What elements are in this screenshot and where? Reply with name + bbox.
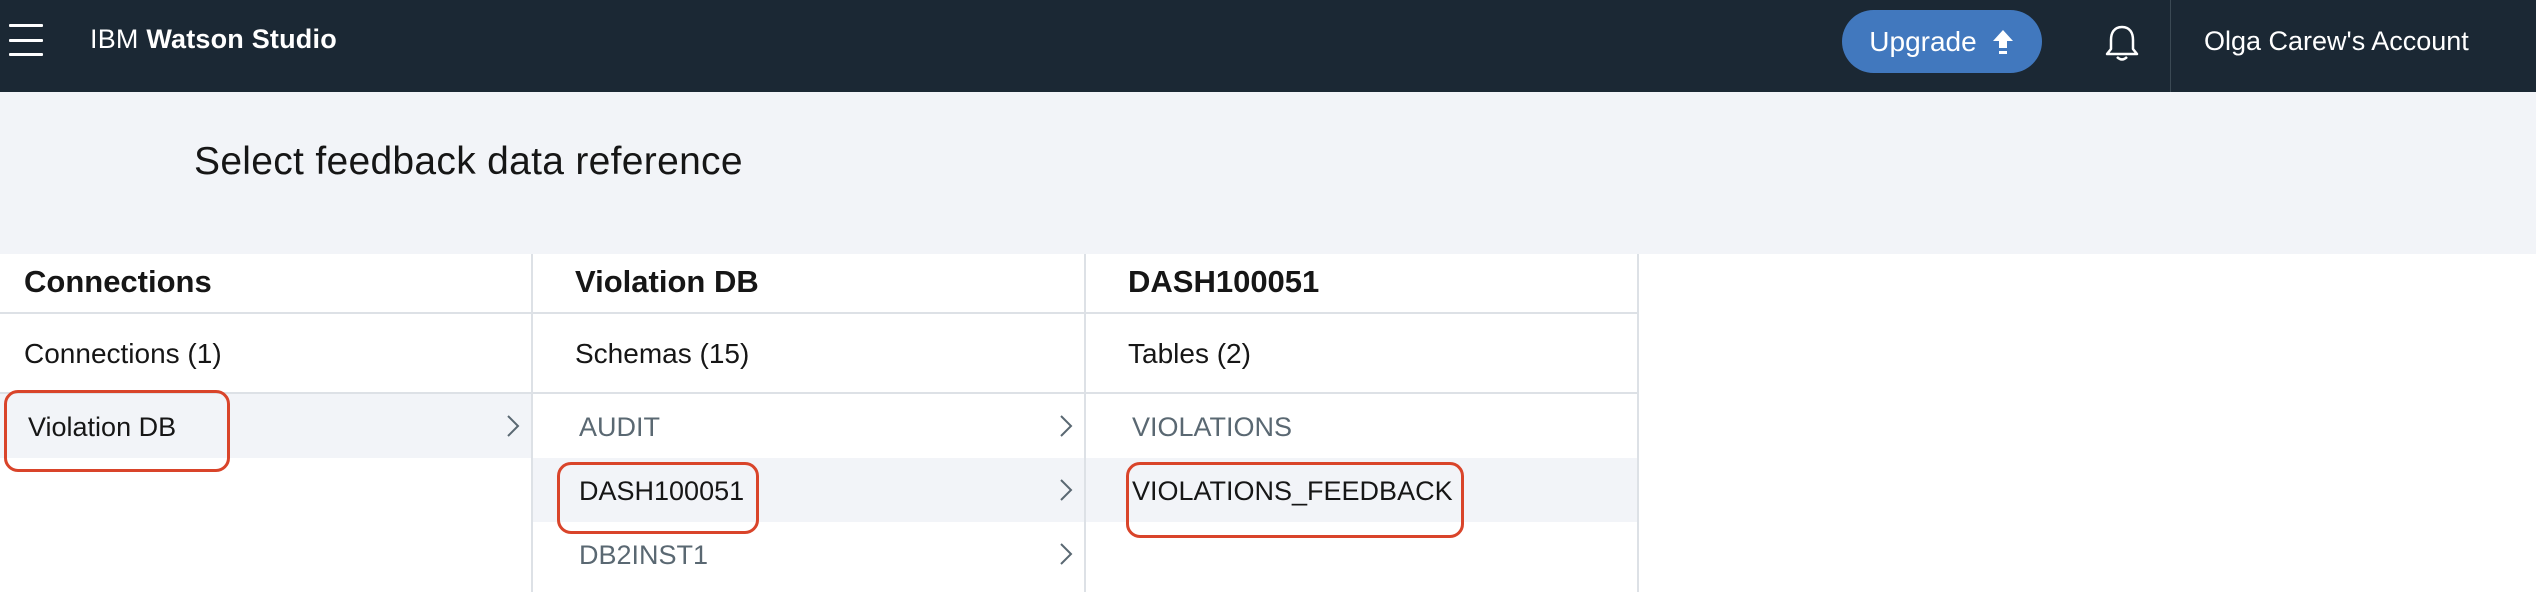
- upgrade-label: Upgrade: [1869, 25, 1977, 57]
- chevron-right-icon: [1060, 543, 1073, 565]
- column-subtitle: Tables (2): [1086, 314, 1637, 394]
- chevron-right-icon: [507, 415, 520, 437]
- list-item-dash100051[interactable]: DASH100051: [533, 458, 1084, 522]
- list-item-label: VIOLATIONS_FEEDBACK: [1132, 476, 1453, 506]
- brand-product: Watson Studio: [146, 24, 337, 54]
- chevron-right-icon: [1060, 479, 1073, 501]
- upgrade-button[interactable]: Upgrade: [1842, 10, 2042, 73]
- list-item-violations[interactable]: VIOLATIONS: [1086, 394, 1637, 458]
- upload-arrow-icon: [1992, 29, 2013, 54]
- chevron-right-icon: [1060, 415, 1073, 437]
- top-navigation-bar: IBM Watson Studio Upgrade Olga Carew's A…: [0, 0, 2536, 92]
- page-title: Select feedback data reference: [194, 140, 743, 183]
- product-brand[interactable]: IBM Watson Studio: [90, 24, 337, 55]
- column-subtitle: Schemas (15): [533, 314, 1084, 394]
- connections-column: Connections Connections (1) Violation DB: [0, 254, 533, 592]
- column-subtitle: Connections (1): [0, 314, 531, 394]
- bell-icon[interactable]: [2102, 22, 2142, 64]
- list-item-label: DB2INST1: [579, 540, 709, 570]
- page-header: Select feedback data reference: [0, 92, 2536, 254]
- menu-icon[interactable]: [6, 20, 46, 60]
- column-title: Connections: [0, 254, 531, 314]
- brand-prefix: IBM: [90, 24, 139, 54]
- account-menu[interactable]: Olga Carew's Account: [2204, 26, 2469, 57]
- list-item-label: DASH100051: [579, 476, 745, 506]
- list-item-label: Violation DB: [28, 412, 177, 442]
- list-item-violation-db[interactable]: Violation DB: [0, 394, 531, 458]
- topbar-divider: [2170, 0, 2171, 92]
- list-item-audit[interactable]: AUDIT: [533, 394, 1084, 458]
- list-item-db2inst1[interactable]: DB2INST1: [533, 522, 1084, 586]
- list-item-label: AUDIT: [579, 412, 660, 442]
- column-title: DASH100051: [1086, 254, 1637, 314]
- column-title: Violation DB: [533, 254, 1084, 314]
- list-item-violations-feedback[interactable]: VIOLATIONS_FEEDBACK: [1086, 458, 1637, 522]
- schemas-column: Violation DB Schemas (15) AUDIT DASH1000…: [533, 254, 1086, 592]
- tables-column: DASH100051 Tables (2) VIOLATIONS VIOLATI…: [1086, 254, 1639, 592]
- list-item-label: VIOLATIONS: [1132, 412, 1293, 442]
- column-browser: Connections Connections (1) Violation DB…: [0, 254, 2536, 592]
